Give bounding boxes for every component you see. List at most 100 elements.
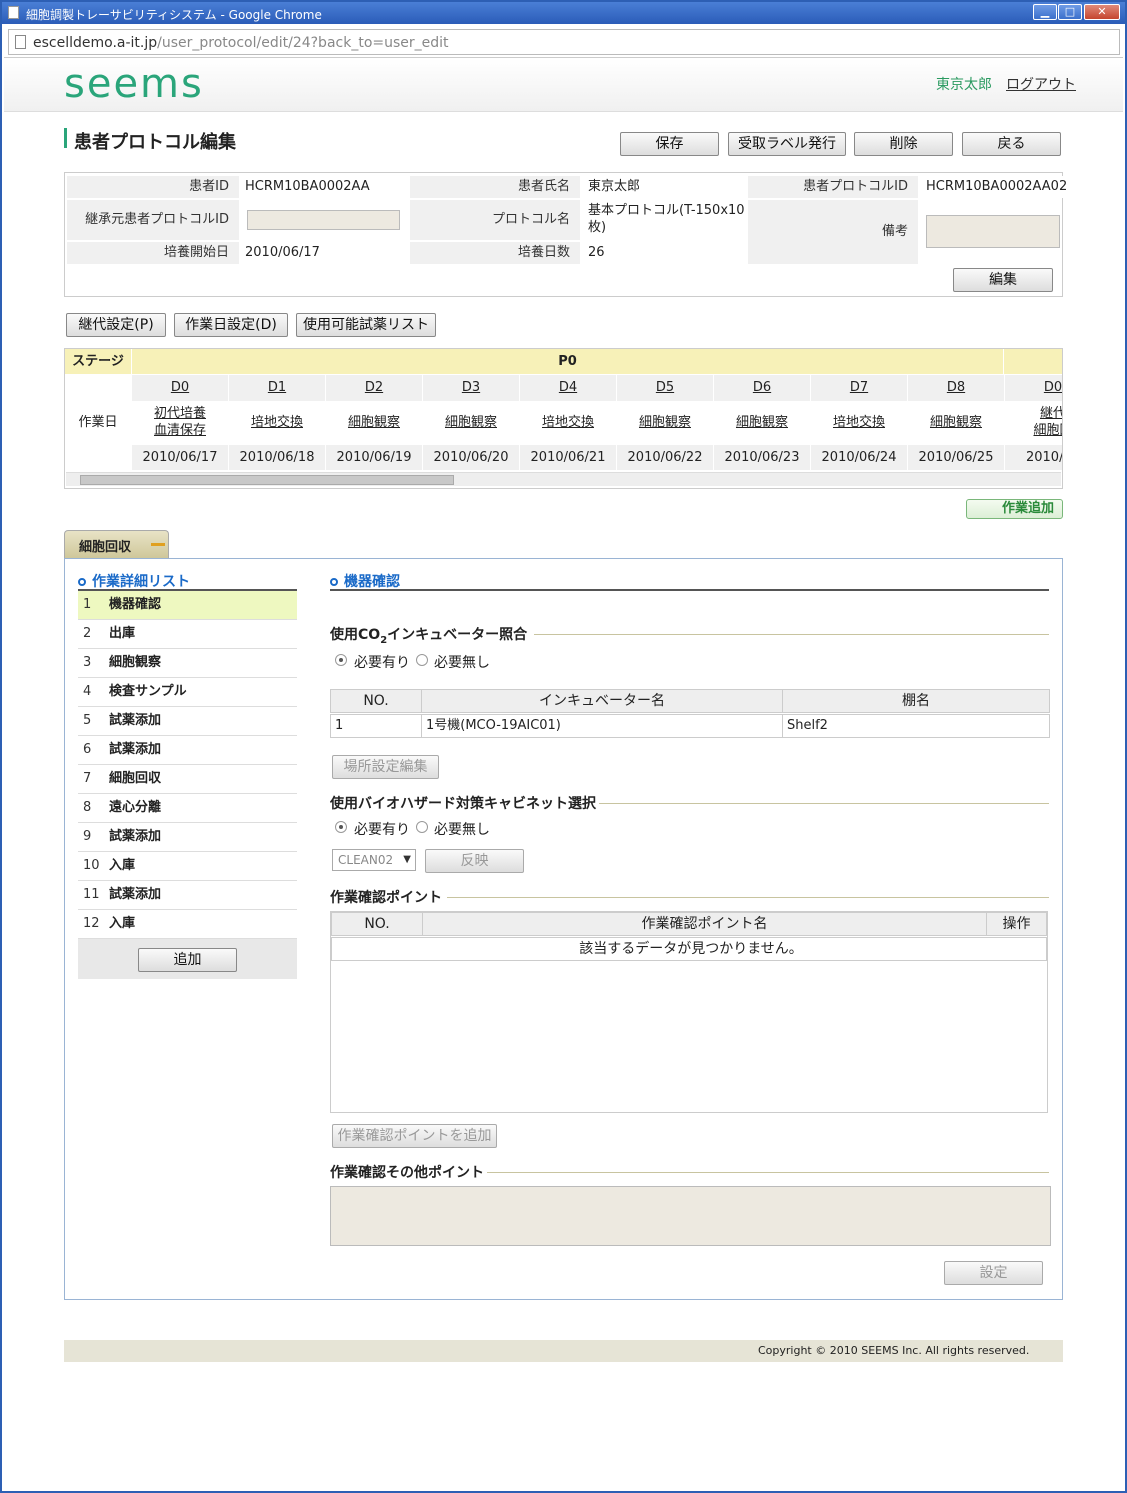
list-item[interactable]: 12 入庫	[78, 910, 297, 939]
item-number: 11	[83, 887, 100, 902]
set-button[interactable]: 設定	[944, 1261, 1043, 1285]
site-header: seems 東京太郎 ログアウト	[4, 59, 1123, 112]
workday-setting-button[interactable]: 作業日設定(D)	[174, 313, 288, 337]
day-date: 2010/06/24	[811, 445, 907, 470]
item-title: 細胞回収	[109, 771, 162, 786]
day-header[interactable]: D5	[617, 375, 713, 401]
col-incubator: インキュベーター名	[421, 689, 783, 713]
other-points-textarea[interactable]	[330, 1186, 1051, 1246]
scroll-thumb[interactable]	[80, 475, 454, 485]
day-date: 2010/06/22	[617, 445, 713, 470]
day-task[interactable]: 培地交換	[520, 402, 616, 444]
reagent-list-button[interactable]: 使用可能試薬リスト	[296, 313, 436, 337]
edit-button[interactable]: 編集	[953, 268, 1053, 292]
item-title: 試薬添加	[109, 829, 162, 844]
day-date: 2010/06	[1005, 445, 1062, 470]
day-header[interactable]: D8	[908, 375, 1004, 401]
divider	[487, 1172, 1049, 1173]
apply-button[interactable]: 反映	[425, 849, 524, 873]
item-number: 9	[83, 829, 92, 844]
list-item[interactable]: 1 機器確認	[78, 591, 297, 620]
day-task[interactable]: 培地交換	[229, 402, 325, 444]
item-number: 6	[83, 742, 92, 757]
issue-label-button[interactable]: 受取ラベル発行	[728, 132, 846, 156]
url-text[interactable]: escelldemo.a-it.jp/user_protocol/edit/24…	[33, 35, 449, 51]
list-item[interactable]: 11 試薬添加	[78, 881, 297, 910]
days-label: 培養日数	[410, 242, 580, 264]
footer: Copyright © 2010 SEEMS Inc. All rights r…	[64, 1340, 1063, 1362]
day-header[interactable]: D3	[423, 375, 519, 401]
collapse-icon[interactable]	[151, 543, 165, 546]
day-task[interactable]: 細胞観察	[908, 402, 1004, 444]
schedule-scrollbar[interactable]	[66, 472, 1061, 486]
day-header[interactable]: D0	[1005, 375, 1062, 401]
passage-setting-button[interactable]: 継代設定(P)	[66, 313, 166, 337]
note-textarea[interactable]	[926, 215, 1060, 248]
note-label: 備考	[748, 200, 918, 264]
day-date: 2010/06/23	[714, 445, 810, 470]
title-bar: 細胞調製トレーサビリティシステム - Google Chrome ▁ □ ✕	[2, 2, 1125, 24]
day-date: 2010/06/20	[423, 445, 519, 470]
patient-id-value: HCRM10BA0002AA	[239, 176, 407, 198]
item-number: 7	[83, 771, 92, 786]
list-item[interactable]: 3 細胞観察	[78, 649, 297, 678]
tab-cell-collection[interactable]: 細胞回収	[64, 530, 169, 558]
day-header[interactable]: D0	[132, 375, 228, 401]
day-task[interactable]: 初代培養 血清保存	[132, 402, 228, 444]
minimize-button[interactable]: ▁	[1033, 4, 1057, 20]
divider	[534, 634, 1049, 635]
worklist-title: 作業詳細リスト	[78, 571, 190, 591]
day-header[interactable]: D7	[811, 375, 907, 401]
list-item[interactable]: 7 細胞回収	[78, 765, 297, 794]
add-work-button[interactable]: 作業追加	[966, 499, 1063, 519]
add-task-button[interactable]: 追加	[138, 948, 237, 972]
protocol-id-label: 患者プロトコルID	[748, 176, 918, 198]
co2-not-required-radio[interactable]	[416, 654, 428, 666]
user-name: 東京太郎	[936, 77, 992, 93]
delete-button[interactable]: 削除	[854, 132, 953, 156]
add-point-button[interactable]: 作業確認ポイントを追加	[332, 1124, 497, 1148]
day-date: 2010/06/17	[132, 445, 228, 470]
location-edit-button[interactable]: 場所設定編集	[332, 755, 439, 779]
day-task[interactable]: 継代細胞回	[1005, 402, 1062, 444]
bio-required-label: 必要有り	[354, 822, 410, 838]
item-number: 2	[83, 626, 92, 641]
save-button[interactable]: 保存	[620, 132, 719, 156]
day-task[interactable]: 細胞観察	[714, 402, 810, 444]
col-no: NO.	[331, 912, 423, 936]
start-date-value: 2010/06/17	[239, 242, 407, 264]
day-header[interactable]: D2	[326, 375, 422, 401]
back-button[interactable]: 戻る	[962, 132, 1061, 156]
co2-required-radio[interactable]	[335, 654, 347, 666]
list-item[interactable]: 2 出庫	[78, 620, 297, 649]
maximize-button[interactable]: □	[1058, 4, 1082, 20]
day-header[interactable]: D1	[229, 375, 325, 401]
list-item[interactable]: 4 検査サンプル	[78, 678, 297, 707]
patient-name-label: 患者氏名	[410, 176, 580, 198]
list-item[interactable]: 5 試薬添加	[78, 707, 297, 736]
day-task[interactable]: 培地交換	[811, 402, 907, 444]
address-bar[interactable]: escelldemo.a-it.jp/user_protocol/edit/24…	[4, 26, 1123, 58]
day-header[interactable]: D4	[520, 375, 616, 401]
logout-link[interactable]: ログアウト	[1006, 74, 1076, 94]
co2-section-title: 使用CO2インキュベーター照合	[330, 627, 528, 646]
day-task[interactable]: 細胞観察	[617, 402, 713, 444]
item-number: 3	[83, 655, 92, 670]
table-cell: Shelf2	[782, 714, 1050, 738]
day-header[interactable]: D6	[714, 375, 810, 401]
day-task[interactable]: 細胞観察	[423, 402, 519, 444]
day-task[interactable]: 細胞観察	[326, 402, 422, 444]
bio-not-required-radio[interactable]	[416, 821, 428, 833]
item-title: 出庫	[109, 626, 136, 641]
cabinet-select[interactable]: CLEAN02 ▼	[332, 849, 416, 871]
col-actions: 操作	[986, 912, 1047, 936]
list-item[interactable]: 10 入庫	[78, 852, 297, 881]
bio-not-required-label: 必要無し	[434, 822, 490, 838]
list-item[interactable]: 8 遠心分離	[78, 794, 297, 823]
inherit-protocol-input[interactable]	[247, 210, 400, 230]
close-button[interactable]: ✕	[1084, 4, 1120, 20]
list-item[interactable]: 9 試薬添加	[78, 823, 297, 852]
bullet-icon	[78, 578, 86, 586]
bio-required-radio[interactable]	[335, 821, 347, 833]
list-item[interactable]: 6 試薬添加	[78, 736, 297, 765]
